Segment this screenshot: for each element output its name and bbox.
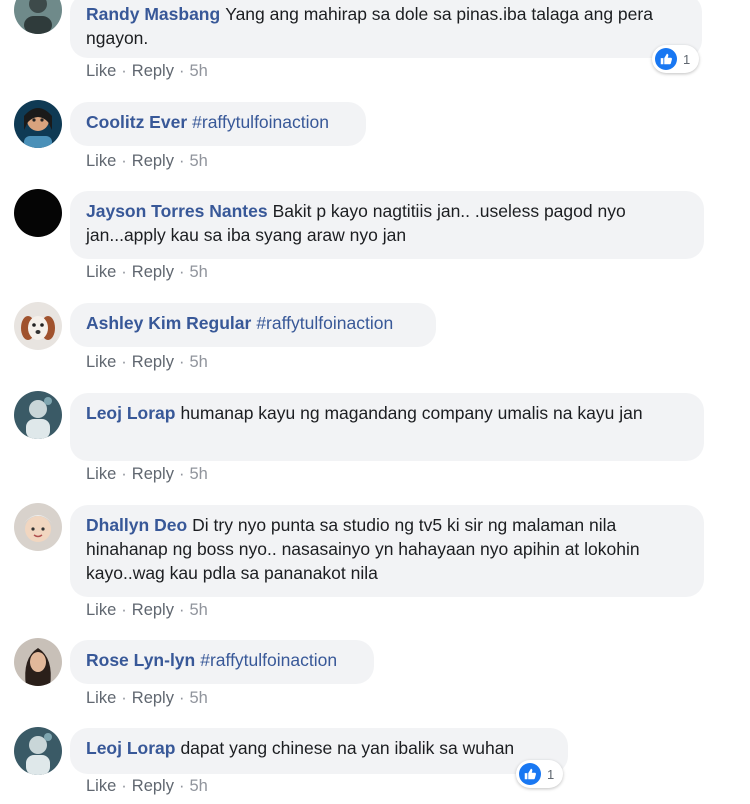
separator: · — [178, 263, 185, 281]
comment-actions: Like · Reply · 5h — [86, 464, 208, 484]
reply-link[interactable]: Reply — [132, 689, 174, 707]
timestamp[interactable]: 5h — [189, 353, 207, 371]
separator: · — [121, 601, 127, 619]
comment-author[interactable]: Rose Lyn-lyn — [86, 650, 195, 670]
comment-author[interactable]: Coolitz Ever — [86, 112, 187, 132]
comment-author[interactable]: Jayson Torres Nantes — [86, 201, 268, 221]
separator: · — [121, 353, 127, 371]
avatar[interactable] — [14, 0, 62, 34]
separator: · — [121, 777, 127, 795]
comment-bubble: Coolitz Ever #raffytulfoinaction — [70, 102, 366, 146]
separator: · — [178, 601, 185, 619]
comment-author[interactable]: Dhallyn Deo — [86, 515, 187, 535]
reaction-number: 1 — [547, 766, 555, 782]
avatar[interactable] — [14, 503, 62, 551]
thumbs-up-icon — [519, 763, 541, 785]
like-link[interactable]: Like — [86, 353, 116, 371]
timestamp[interactable]: 5h — [189, 62, 207, 80]
comment-actions: Like · Reply · 5h — [86, 352, 208, 372]
comment-author[interactable]: Ashley Kim Regular — [86, 313, 251, 333]
timestamp[interactable]: 5h — [189, 689, 207, 707]
separator: · — [178, 353, 185, 371]
reply-link[interactable]: Reply — [132, 62, 174, 80]
separator: · — [121, 263, 127, 281]
timestamp[interactable]: 5h — [189, 263, 207, 281]
separator: · — [121, 152, 127, 170]
comment-actions: Like · Reply · 5h — [86, 688, 208, 708]
separator: · — [178, 62, 185, 80]
reply-link[interactable]: Reply — [132, 353, 174, 371]
reaction-count[interactable]: 1 — [652, 45, 700, 73]
separator: · — [121, 62, 127, 80]
avatar[interactable] — [14, 638, 62, 686]
separator: · — [121, 465, 127, 483]
like-link[interactable]: Like — [86, 62, 116, 80]
hashtag-link[interactable]: #raffytulfoinaction — [200, 650, 337, 670]
like-link[interactable]: Like — [86, 465, 116, 483]
comment-bubble: Jayson Torres Nantes Bakit p kayo nagtiti… — [70, 191, 704, 259]
comment-bubble: Dhallyn Deo Di try nyo punta sa studio ng… — [70, 505, 704, 597]
reply-link[interactable]: Reply — [132, 777, 174, 795]
like-link[interactable]: Like — [86, 263, 116, 281]
comment-bubble: Leoj Lorap humanap kayu ng magandang comp… — [70, 393, 704, 461]
avatar[interactable] — [14, 189, 62, 237]
comment-bubble: Randy Masbang Yang ang mahirap sa dole sa… — [70, 0, 702, 58]
comment-bubble: Ashley Kim Regular #raffytulfoinaction — [70, 303, 436, 347]
like-link[interactable]: Like — [86, 777, 116, 795]
comment-actions: Like · Reply · 5h — [86, 776, 208, 796]
reply-link[interactable]: Reply — [132, 465, 174, 483]
thumbs-up-icon — [655, 48, 677, 70]
separator: · — [178, 777, 185, 795]
separator: · — [178, 152, 185, 170]
comment-text: humanap kayu ng magandang company umalis… — [180, 403, 643, 423]
separator: · — [178, 689, 185, 707]
reply-link[interactable]: Reply — [132, 263, 174, 281]
like-link[interactable]: Like — [86, 601, 116, 619]
comment-actions: Like · Reply · 5h — [86, 61, 208, 81]
comment-actions: Like · Reply · 5h — [86, 151, 208, 171]
comment-author[interactable]: Leoj Lorap — [86, 738, 175, 758]
comment-author[interactable]: Leoj Lorap — [86, 403, 175, 423]
timestamp[interactable]: 5h — [189, 465, 207, 483]
hashtag-link[interactable]: #raffytulfoinaction — [192, 112, 329, 132]
comment-text: dapat yang chinese na yan ibalik sa wuha… — [180, 738, 515, 758]
reply-link[interactable]: Reply — [132, 601, 174, 619]
timestamp[interactable]: 5h — [189, 152, 207, 170]
avatar[interactable] — [14, 391, 62, 439]
reaction-count[interactable]: 1 — [516, 760, 564, 788]
comment-bubble: Leoj Lorap dapat yang chinese na yan ibal… — [70, 728, 568, 774]
comment-author[interactable]: Randy Masbang — [86, 4, 220, 24]
reaction-number: 1 — [683, 51, 691, 67]
timestamp[interactable]: 5h — [189, 601, 207, 619]
comment-actions: Like · Reply · 5h — [86, 600, 208, 620]
separator: · — [121, 689, 127, 707]
avatar[interactable] — [14, 727, 62, 775]
separator: · — [178, 465, 185, 483]
comment-actions: Like · Reply · 5h — [86, 262, 208, 282]
comment-bubble: Rose Lyn-lyn #raffytulfoinaction — [70, 640, 374, 684]
like-link[interactable]: Like — [86, 152, 116, 170]
hashtag-link[interactable]: #raffytulfoinaction — [256, 313, 393, 333]
like-link[interactable]: Like — [86, 689, 116, 707]
avatar[interactable] — [14, 302, 62, 350]
reply-link[interactable]: Reply — [132, 152, 174, 170]
timestamp[interactable]: 5h — [189, 777, 207, 795]
avatar[interactable] — [14, 100, 62, 148]
